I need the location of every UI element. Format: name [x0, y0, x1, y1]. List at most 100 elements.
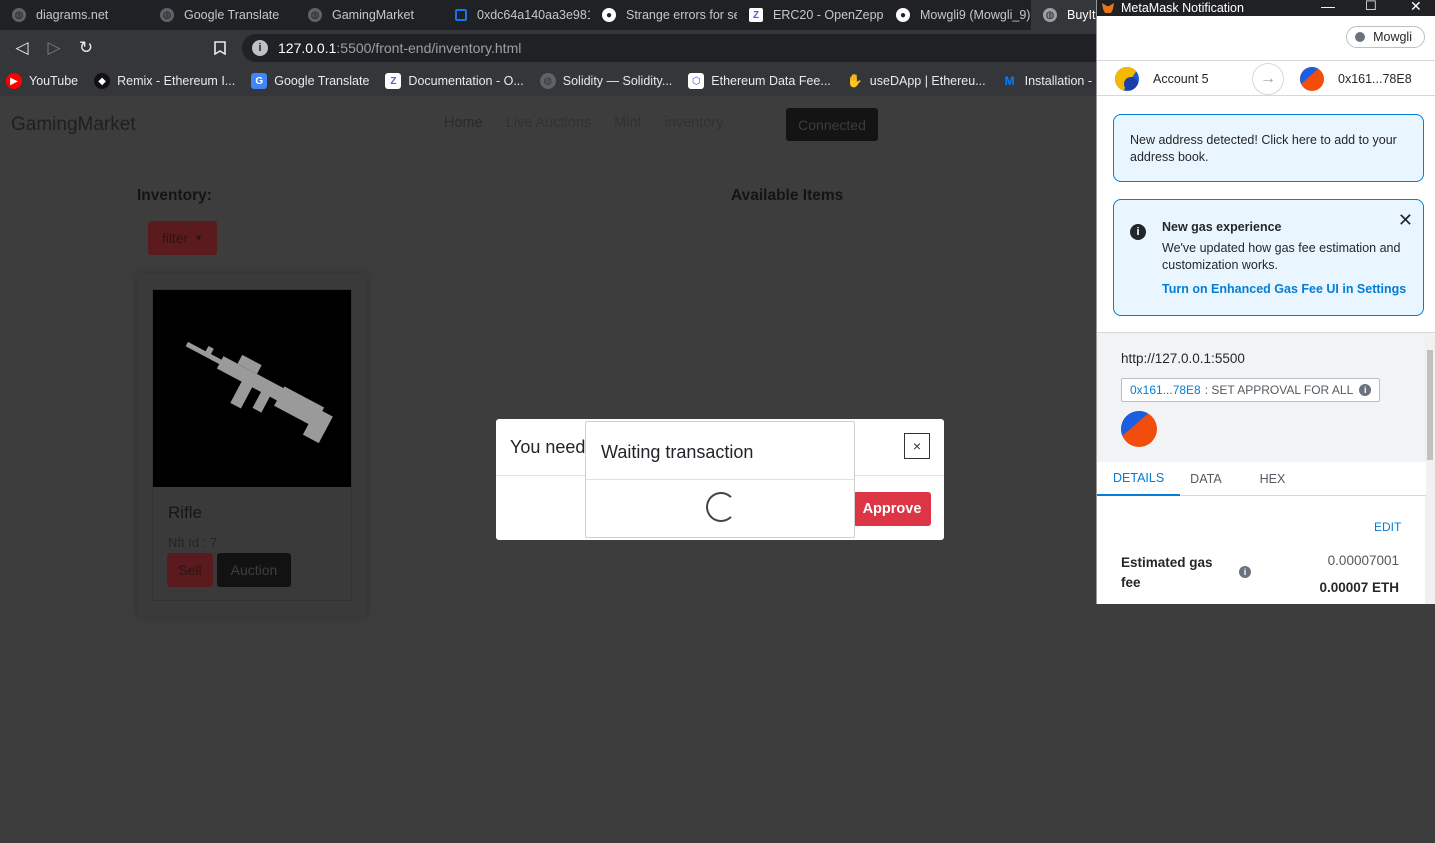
globe-icon: ◍ [1043, 8, 1057, 22]
metamask-titlebar: MetaMask Notification — ☐ ✕ [1097, 0, 1435, 16]
waiting-modal-title: Waiting transaction [601, 442, 754, 462]
tab-hex[interactable]: HEX [1240, 462, 1302, 496]
filter-dropdown-button[interactable]: filter ▼ [148, 221, 217, 255]
openzeppelin-icon: Z [749, 8, 763, 22]
available-items-title: Available Items [731, 187, 844, 204]
nav-mint[interactable]: Mint [614, 115, 641, 131]
tab-gamingmarket[interactable]: ◍ GamingMarket [296, 0, 443, 30]
to-account[interactable]: 0x161...78E8 [1300, 67, 1412, 91]
github-icon: ● [896, 8, 910, 22]
bookmark-label: useDApp | Ethereu... [869, 74, 986, 88]
openzeppelin-icon: Z [385, 73, 402, 89]
bookmark-label: YouTube [29, 74, 79, 88]
tab-buyitem[interactable]: ◍ BuyIte [1031, 0, 1096, 30]
tab-mowgli9[interactable]: ● Mowgli9 (Mowgli_9) [884, 0, 1031, 30]
tab-label: Mowgli9 (Mowgli_9) [920, 8, 1031, 22]
scrollbar[interactable] [1425, 336, 1435, 604]
tab-google-translate[interactable]: ◍ Google Translate [148, 0, 296, 30]
back-icon[interactable]: ◁ [6, 32, 38, 64]
bookmarks-bar: ▶ YouTube ◆ Remix - Ethereum I... G Goog… [0, 66, 1096, 96]
bookmark-usedapp[interactable]: ✋ useDApp | Ethereu... [847, 73, 986, 89]
network-selector[interactable]: Mowgli [1346, 26, 1425, 48]
info-icon[interactable]: i [252, 40, 268, 56]
browser-tab-bar: ◍ diagrams.net ◍ Google Translate ◍ Gami… [0, 0, 1096, 30]
close-icon[interactable]: ✕ [1398, 210, 1413, 231]
gas-fee-eth: 0.00007 ETH [1319, 580, 1399, 595]
frame-icon [455, 9, 467, 21]
site-brand[interactable]: GamingMarket [11, 114, 136, 136]
modal-divider [586, 479, 854, 480]
globe-icon: ◍ [539, 73, 556, 89]
tab-diagrams[interactable]: ◍ diagrams.net [0, 0, 148, 30]
item-name: Rifle [168, 503, 203, 522]
google-translate-icon: G [251, 73, 268, 89]
tab-data[interactable]: DATA [1180, 462, 1239, 496]
estimated-gas-label: Estimated gas fee [1121, 555, 1213, 590]
minimize-icon[interactable]: — [1321, 0, 1335, 14]
account-transfer-bar: Account 5 → 0x161...78E8 [1097, 60, 1435, 96]
maximize-icon[interactable]: ☐ [1365, 0, 1377, 14]
new-address-banner[interactable]: New address detected! Click here to add … [1113, 114, 1424, 182]
inventory-title: Inventory: [137, 187, 212, 204]
bookmark-label: Google Translate [274, 74, 370, 88]
reload-icon[interactable]: ↻ [70, 32, 102, 64]
to-account-address: 0x161...78E8 [1338, 72, 1412, 86]
contract-address-link[interactable]: 0x161...78E8 [1130, 383, 1201, 397]
nav-links: Home Live Auctions Mint inventory [444, 115, 746, 131]
bookmark-label: Solidity — Solidity... [562, 74, 673, 88]
bookmark-youtube[interactable]: ▶ YouTube [6, 73, 78, 89]
nav-inventory[interactable]: inventory [665, 115, 724, 131]
origin-url: http://127.0.0.1:5500 [1121, 351, 1245, 366]
nav-live-auctions[interactable]: Live Auctions [506, 115, 591, 131]
bookmark-google-translate[interactable]: G Google Translate [251, 73, 369, 89]
rifle-image [153, 290, 351, 487]
youtube-icon: ▶ [6, 73, 22, 89]
method-name: : SET APPROVAL FOR ALL [1204, 383, 1354, 397]
approve-button[interactable]: Approve [853, 492, 931, 526]
bookmark-label: Ethereum Data Fee... [711, 74, 831, 88]
metamask-window: MetaMask Notification — ☐ ✕ Mowgli Accou… [1096, 0, 1435, 604]
auction-button[interactable]: Auction [217, 553, 291, 587]
item-card: Rifle Nft Id : 7 Sell Auction [152, 289, 352, 601]
gas-fee-value: 0.00007001 [1327, 553, 1399, 568]
tab-label: BuyIte [1067, 8, 1096, 22]
url-path: :5500/front-end/inventory.html [336, 40, 522, 56]
bookmark-documentation[interactable]: Z Documentation - O... [385, 73, 524, 89]
tab-strange-errors[interactable]: ● Strange errors for se [590, 0, 737, 30]
tab-label: 0xdc64a140aa3e981 [477, 8, 590, 22]
info-icon[interactable]: i [1239, 566, 1251, 578]
globe-icon: ◍ [308, 8, 322, 22]
approval-modal-title: You need [510, 437, 586, 457]
bookmark-remix[interactable]: ◆ Remix - Ethereum I... [94, 73, 235, 89]
url-host: 127.0.0.1 [278, 40, 337, 56]
metamask-tabs: DETAILS DATA HEX [1097, 462, 1426, 496]
info-icon[interactable]: i [1359, 384, 1372, 396]
sell-button[interactable]: Sell [167, 553, 213, 587]
nav-home[interactable]: Home [444, 115, 483, 131]
bookmark-mui[interactable]: M Installation - MUI [1002, 73, 1096, 89]
tab-erc20[interactable]: Z ERC20 - OpenZeppe [737, 0, 884, 30]
bookmark-solidity[interactable]: ◍ Solidity — Solidity... [539, 73, 673, 89]
address-bar[interactable]: i 127.0.0.1:5500/front-end/inventory.htm… [242, 34, 1102, 62]
scrollbar-thumb[interactable] [1427, 350, 1433, 460]
edit-gas-link[interactable]: EDIT [1374, 520, 1401, 534]
account-avatar [1300, 67, 1324, 91]
tab-details[interactable]: DETAILS [1097, 462, 1181, 496]
browser-toolbar: ◁ ▷ ↻ i 127.0.0.1:5500/front-end/invento… [0, 30, 1102, 66]
forward-icon[interactable]: ▷ [38, 32, 70, 64]
request-origin-section: http://127.0.0.1:5500 0x161...78E8 : SET… [1097, 332, 1435, 462]
connected-button[interactable]: Connected [786, 108, 878, 141]
network-dot-icon [1355, 32, 1366, 42]
tab-contract[interactable]: 0xdc64a140aa3e981 [443, 0, 590, 30]
site-avatar [1121, 411, 1157, 447]
gas-banner-title: New gas experience [1162, 220, 1282, 234]
window-close-icon[interactable]: ✕ [1410, 0, 1422, 15]
gas-banner-body: We've updated how gas fee estimation and… [1162, 241, 1401, 272]
bookmark-icon[interactable] [204, 32, 236, 64]
from-account[interactable]: Account 5 [1115, 67, 1209, 91]
handshake-icon: ✋ [846, 73, 863, 88]
close-icon[interactable]: × [904, 433, 930, 459]
enhanced-gas-settings-link[interactable]: Turn on Enhanced Gas Fee UI in Settings [1162, 282, 1406, 296]
globe-icon: ◍ [12, 8, 26, 22]
bookmark-ethereum-data-feeds[interactable]: ⬡ Ethereum Data Fee... [688, 73, 831, 89]
